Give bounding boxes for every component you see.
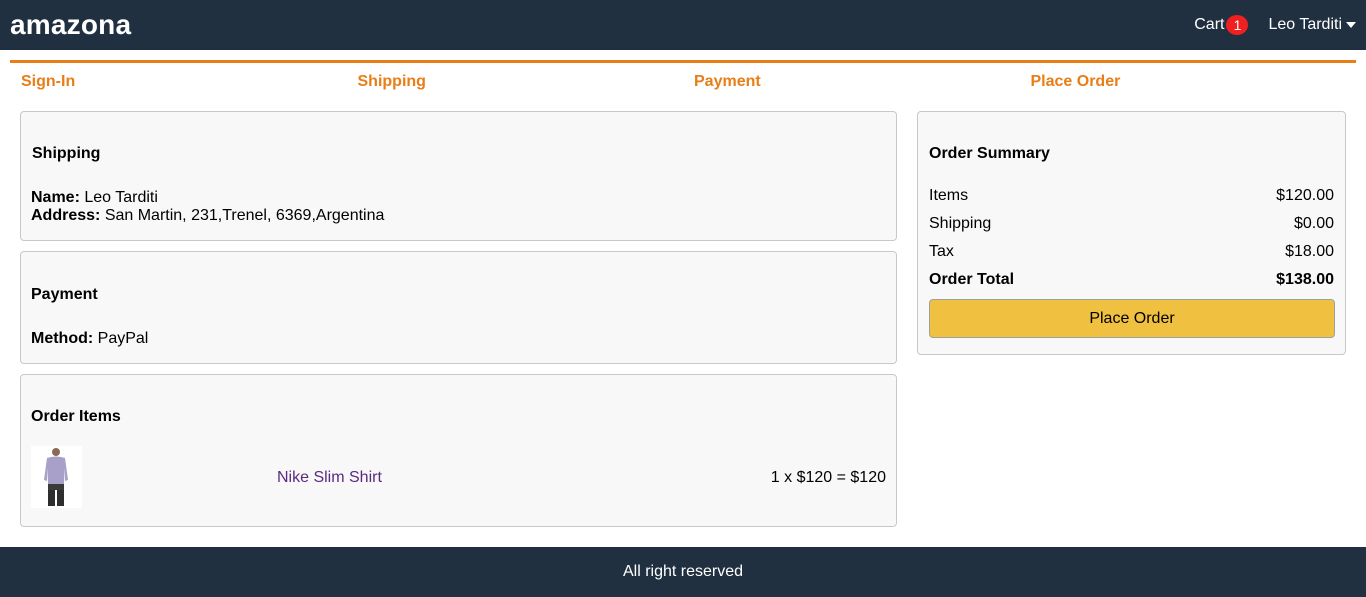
item-price-line: 1 x $120 = $120 (770, 469, 886, 486)
product-name-link[interactable]: Nike Slim Shirt (277, 469, 382, 487)
summary-row-shipping: Shipping $0.00 (929, 215, 1334, 233)
top-navbar: amazona Cart 1 Leo Tarditi (0, 0, 1366, 50)
order-summary-card: Order Summary Items $120.00 Shipping $0.… (917, 111, 1346, 355)
order-items-card: Order Items Nike Slim Shirt 1 x $120 = $… (20, 374, 897, 527)
step-shipping: Shipping (357, 73, 426, 90)
summary-row-order-total: Order Total $138.00 (929, 271, 1334, 289)
address-value: San Martin, 231,Trenel, 6369,Argentina (104, 207, 385, 224)
order-items-title: Order Items (31, 408, 121, 425)
step-sign-in: Sign-In (21, 73, 76, 90)
summary-value: $0.00 (1293, 215, 1334, 232)
name-value: Leo Tarditi (84, 189, 158, 206)
summary-label: Shipping (929, 215, 992, 232)
method-value: PayPal (97, 330, 149, 347)
step-place-order: Place Order (1030, 73, 1121, 90)
brand-logo-link[interactable]: amazona (10, 9, 131, 41)
payment-title: Payment (31, 286, 98, 303)
cart-count-badge: 1 (1226, 15, 1249, 35)
summary-row-items: Items $120.00 (929, 187, 1334, 205)
summary-value: $18.00 (1285, 243, 1334, 260)
checkout-steps: Sign-In Shipping Payment Place Order (10, 60, 1356, 100)
payment-card: Payment Method: PayPal (20, 251, 897, 364)
shipping-title: Shipping (32, 145, 101, 162)
step-payment: Payment (694, 73, 761, 90)
user-name: Leo Tarditi (1268, 16, 1342, 33)
product-image (31, 446, 82, 508)
summary-value: $138.00 (1276, 271, 1334, 288)
footer: All right reserved (0, 547, 1366, 597)
caret-down-icon (1346, 22, 1356, 28)
summary-label: Tax (929, 243, 954, 260)
address-label: Address: (31, 207, 101, 224)
cart-label: Cart (1194, 16, 1225, 33)
method-label: Method: (31, 330, 94, 347)
summary-row-tax: Tax $18.00 (929, 243, 1334, 261)
shipping-name-line: Name: Leo Tarditi (31, 189, 158, 207)
place-order-button[interactable]: Place Order (929, 299, 1335, 338)
summary-value: $120.00 (1276, 187, 1334, 204)
summary-label: Items (929, 187, 969, 204)
cart-link[interactable]: Cart 1 (1194, 15, 1249, 35)
summary-label: Order Total (929, 271, 1015, 288)
name-label: Name: (31, 189, 80, 206)
user-menu-dropdown[interactable]: Leo Tarditi (1268, 16, 1356, 34)
shipping-address-line: Address: San Martin, 231,Trenel, 6369,Ar… (31, 207, 384, 225)
order-summary-title: Order Summary (929, 145, 1050, 162)
shipping-card: Shipping Name: Leo Tarditi Address: San … (20, 111, 897, 241)
header-right: Cart 1 Leo Tarditi (1194, 15, 1356, 35)
shirt-model-icon (31, 446, 82, 508)
footer-text: All right reserved (622, 563, 744, 580)
payment-method-line: Method: PayPal (31, 330, 148, 348)
